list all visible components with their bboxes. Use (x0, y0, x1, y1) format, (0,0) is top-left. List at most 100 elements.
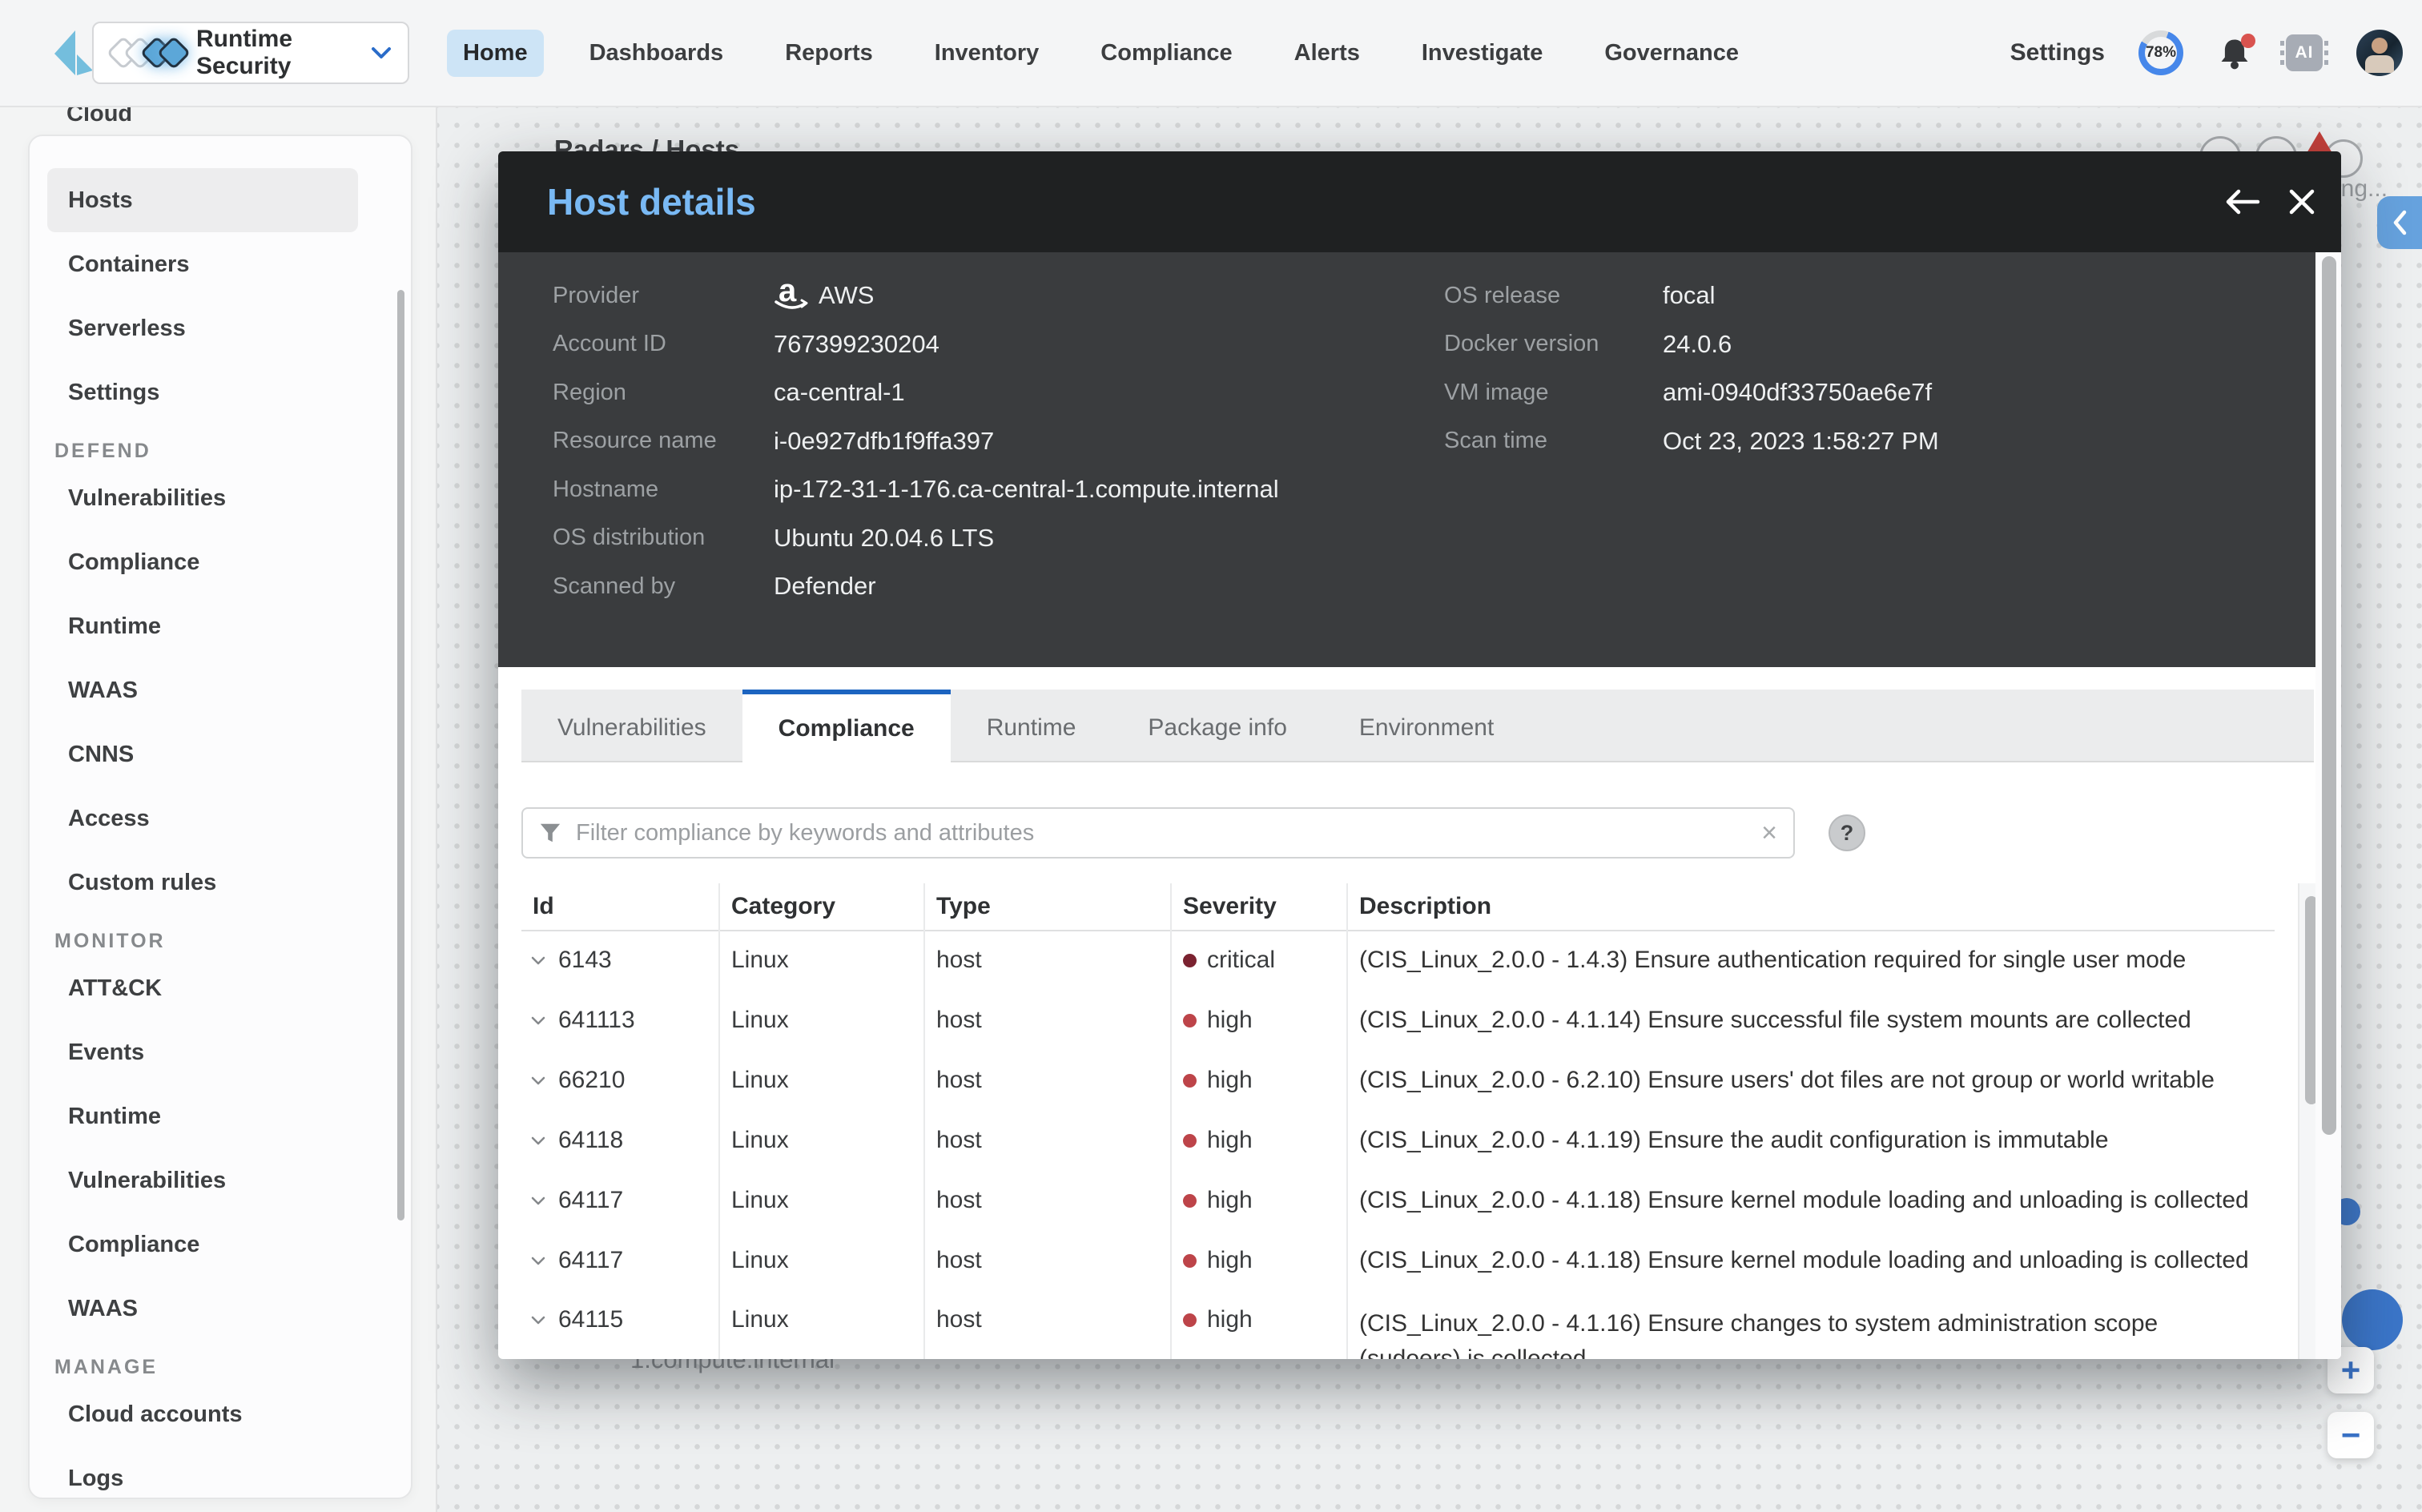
nav-item[interactable]: Compliance (1084, 30, 1248, 77)
settings-link[interactable]: Settings (2010, 39, 2105, 66)
modal-scrollbar-track[interactable] (2315, 252, 2341, 1359)
aws-logo-icon: a (774, 276, 811, 315)
nav-item[interactable]: Home (447, 30, 544, 77)
chevron-expand-icon[interactable] (531, 1257, 545, 1265)
progress-ring[interactable]: 78% (2138, 30, 2183, 75)
sidebar-item[interactable]: Access (47, 786, 358, 850)
sidebar-item[interactable]: Hosts (47, 168, 358, 232)
column-header-description[interactable]: Description (1346, 893, 2275, 920)
collapse-panel-tab[interactable] (2377, 196, 2422, 249)
nav-item[interactable]: Alerts (1278, 30, 1376, 77)
chevron-expand-icon[interactable] (531, 1196, 545, 1205)
table-row[interactable]: 6143 Linux host critical (CIS_Linux_2.0.… (521, 933, 2275, 987)
sidebar-item[interactable]: Runtime (47, 594, 358, 658)
cell-severity: high (1170, 1306, 1346, 1333)
cell-category: Linux (718, 1007, 923, 1034)
tab[interactable]: Package info (1112, 690, 1322, 761)
cell-category: Linux (718, 1306, 923, 1333)
sidebar-item[interactable]: WAAS (47, 658, 358, 722)
cell-id: 64117 (521, 1187, 718, 1214)
info-label: Provider (553, 283, 774, 309)
sidebar-item[interactable]: Events (47, 1020, 358, 1084)
tab[interactable]: Compliance (742, 690, 951, 762)
filter-row: × ? (521, 807, 1865, 859)
arrow-left-icon (2224, 188, 2261, 215)
tab[interactable]: Runtime (951, 690, 1112, 761)
info-value: 24.0.6 (1663, 330, 1732, 359)
ai-assistant-button[interactable]: AI (2286, 34, 2323, 71)
topbar-right-cluster: Settings 78% AI (2010, 0, 2403, 106)
cell-description: (CIS_Linux_2.0.0 - 4.1.18) Ensure kernel… (1346, 1243, 2275, 1278)
cell-description: (CIS_Linux_2.0.0 - 6.2.10) Ensure users'… (1346, 1063, 2275, 1098)
severity-dot-icon (1183, 1194, 1197, 1208)
sidebar-item[interactable]: ATT&CK (47, 956, 358, 1020)
sidebar-item[interactable]: Logs (47, 1446, 358, 1499)
table-row[interactable]: 641113 Linux host high (CIS_Linux_2.0.0 … (521, 993, 2275, 1048)
sidebar-item[interactable]: Containers (47, 232, 358, 296)
notifications-button[interactable] (2217, 35, 2252, 70)
help-button[interactable]: ? (1829, 814, 1865, 851)
info-field: Docker version 24.0.6 (1444, 320, 1939, 369)
nav-item[interactable]: Investigate (1406, 30, 1559, 77)
cell-description: (CIS_Linux_2.0.0 - 4.1.18) Ensure kernel… (1346, 1183, 2275, 1218)
info-value: focal (1663, 281, 1715, 310)
table-row[interactable]: 64117 Linux host high (CIS_Linux_2.0.0 -… (521, 1233, 2275, 1288)
host-info-right: OS release focal Docker version 24.0.6 V… (1444, 271, 1939, 465)
user-avatar[interactable] (2356, 30, 2403, 76)
sidebar-item[interactable]: Settings (47, 360, 358, 424)
sidebar-item[interactable]: WAAS (47, 1277, 358, 1341)
modal-scrollbar-thumb[interactable] (2322, 256, 2336, 1135)
filter-input[interactable] (574, 819, 1748, 847)
chevron-left-icon (2391, 209, 2408, 236)
nav-item[interactable]: Governance (1588, 30, 1755, 77)
sidebar-item[interactable]: Vulnerabilities (47, 466, 358, 530)
sidebar-item[interactable]: Cloud accounts (47, 1382, 358, 1446)
cell-id: 64118 (521, 1127, 718, 1154)
tab[interactable]: Vulnerabilities (521, 690, 742, 761)
info-field: Scan time Oct 23, 2023 1:58:27 PM (1444, 417, 1939, 466)
sidebar-item[interactable]: Custom rules (47, 850, 358, 915)
help-chat-button[interactable] (2342, 1289, 2403, 1350)
chevron-expand-icon[interactable] (531, 1076, 545, 1085)
sidebar-item[interactable]: Runtime (47, 1084, 358, 1148)
cell-severity: high (1170, 1067, 1346, 1094)
severity-dot-icon (1183, 1313, 1197, 1327)
column-header-type[interactable]: Type (923, 893, 1170, 920)
sidebar-item[interactable]: Compliance (47, 530, 358, 594)
sidebar-item[interactable]: Compliance (47, 1212, 358, 1277)
cell-type: host (923, 1306, 1170, 1333)
sidebar-item[interactable]: Vulnerabilities (47, 1148, 358, 1212)
filter-box[interactable]: × (521, 807, 1795, 859)
sidebar-item[interactable]: CNNS (47, 722, 358, 786)
back-button[interactable] (2220, 179, 2265, 224)
column-header-severity[interactable]: Severity (1170, 893, 1346, 920)
table-row[interactable]: 66210 Linux host high (CIS_Linux_2.0.0 -… (521, 1053, 2275, 1108)
sidebar-scrollbar[interactable] (397, 290, 404, 1220)
table-row[interactable]: 64118 Linux host high (CIS_Linux_2.0.0 -… (521, 1113, 2275, 1168)
clear-filter-icon[interactable]: × (1761, 819, 1777, 846)
nav-item[interactable]: Reports (769, 30, 889, 77)
host-info-left: Provider a AWS Account ID a (553, 271, 1279, 611)
chevron-expand-icon[interactable] (531, 1316, 545, 1325)
column-header-id[interactable]: Id (521, 893, 718, 920)
nav-item[interactable]: Inventory (919, 30, 1056, 77)
close-button[interactable] (2279, 179, 2324, 224)
zoom-out-button[interactable]: − (2327, 1412, 2374, 1458)
nav-item[interactable]: Dashboards (573, 30, 740, 77)
info-value: a Defender (774, 572, 876, 601)
table-row[interactable]: 64117 Linux host high (CIS_Linux_2.0.0 -… (521, 1173, 2275, 1228)
product-selector[interactable]: Runtime Security (92, 22, 409, 84)
chevron-expand-icon[interactable] (531, 956, 545, 965)
product-selector-label: Runtime Security (196, 26, 371, 80)
chevron-expand-icon[interactable] (531, 1016, 545, 1025)
notification-badge (2241, 34, 2255, 48)
chevron-expand-icon[interactable] (531, 1136, 545, 1145)
info-value: Oct 23, 2023 1:58:27 PM (1663, 427, 1939, 456)
sidebar-item[interactable]: Serverless (47, 296, 358, 360)
tab[interactable]: Environment (1323, 690, 1530, 761)
cell-type: host (923, 1007, 1170, 1034)
column-header-category[interactable]: Category (718, 893, 923, 920)
cell-category: Linux (718, 1247, 923, 1274)
table-row[interactable]: 64115 Linux host high (CIS_Linux_2.0.0 -… (521, 1293, 2275, 1359)
info-field: Region a ca-central-1 (553, 368, 1279, 417)
